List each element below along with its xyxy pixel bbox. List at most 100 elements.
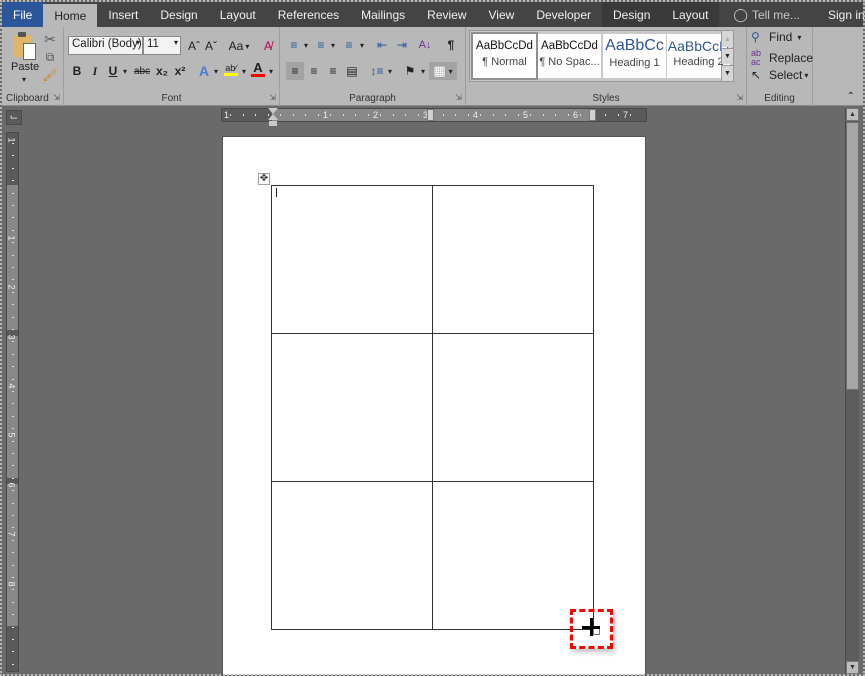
font-name-combo[interactable]: Calibri (Body) ▾ — [68, 36, 143, 55]
increase-indent-icon[interactable]: ⇥ — [393, 36, 411, 54]
scroll-up-icon[interactable]: ▲ — [846, 108, 859, 121]
line-spacing-dropdown-icon[interactable]: ▾ — [386, 62, 394, 80]
clear-formatting-icon[interactable]: A̸ — [260, 37, 276, 55]
table-move-handle-icon[interactable]: ✥ — [258, 173, 270, 185]
ruler-tick — [492, 114, 494, 116]
tab-insert[interactable]: Insert — [97, 2, 149, 27]
align-center-icon[interactable]: ≡ — [305, 62, 323, 80]
replace-button[interactable]: ab ac Replace — [751, 49, 813, 67]
document-table[interactable] — [271, 185, 594, 630]
bullets-dropdown-icon[interactable]: ▾ — [302, 36, 310, 54]
highlight-color-button[interactable]: ab∕ — [222, 60, 240, 78]
table-cell[interactable] — [432, 185, 594, 334]
gallery-scroll-up-icon[interactable]: ▲ — [721, 31, 733, 47]
justify-icon[interactable]: ▤ — [343, 62, 361, 80]
gallery-more-icon[interactable]: ▼ — [721, 65, 733, 81]
style-no-spacing[interactable]: AaBbCcDd ¶ No Spac... — [538, 34, 601, 78]
style-normal[interactable]: AaBbCcDd ¶ Normal — [471, 32, 538, 80]
select-button[interactable]: ↖ Select ▾ — [751, 68, 808, 82]
horizontal-ruler[interactable]: 1 1 2 3 4 5 6 7 — [221, 108, 647, 122]
ruler-tick — [255, 114, 256, 116]
shading-dropdown-icon[interactable]: ▾ — [419, 62, 427, 80]
tab-layout[interactable]: Layout — [209, 2, 267, 27]
font-launcher-icon[interactable]: ⇲ — [269, 93, 276, 102]
tab-table-layout[interactable]: Layout — [661, 2, 720, 27]
resize-handle-highlight — [570, 609, 613, 649]
table-cell[interactable] — [271, 333, 433, 482]
tab-references[interactable]: References — [267, 2, 350, 27]
indent-marker[interactable] — [268, 108, 278, 126]
shrink-font-button[interactable]: Aˇ — [203, 37, 219, 55]
superscript-button[interactable]: x² — [172, 62, 188, 80]
tell-me-box[interactable]: ◯ Tell me... — [719, 2, 811, 27]
subscript-button[interactable]: x₂ — [154, 62, 170, 80]
vertical-ruler[interactable]: 1 1 2 3 4 5 6 7 8 — [6, 132, 19, 672]
change-case-button[interactable]: Aa ▾ — [226, 37, 252, 55]
tab-table-design[interactable]: Design — [602, 2, 662, 27]
highlighter-icon: ab∕ — [225, 62, 237, 73]
text-effects-icon[interactable]: A — [196, 62, 212, 80]
table-cell[interactable] — [432, 333, 594, 482]
collapse-ribbon-icon[interactable]: ⌃ — [847, 91, 855, 102]
gallery-scroll-down-icon[interactable]: ▼ — [721, 48, 733, 64]
column-marker[interactable] — [427, 109, 434, 121]
ruler-tick — [367, 114, 369, 116]
underline-button[interactable]: U — [106, 62, 120, 80]
font-size-combo[interactable]: 11 ▾ — [143, 36, 181, 55]
multilevel-dropdown-icon[interactable]: ▾ — [358, 36, 366, 54]
tab-home[interactable]: Home — [43, 4, 98, 27]
paste-icon[interactable] — [10, 31, 40, 63]
paste-dropdown-icon[interactable]: ▾ — [22, 75, 26, 84]
clipboard-launcher-icon[interactable]: ⇲ — [53, 93, 60, 102]
chevron-down-icon[interactable]: ▾ — [174, 38, 178, 47]
tab-file[interactable]: File — [2, 2, 44, 27]
align-right-icon[interactable]: ≡ — [324, 62, 342, 80]
paragraph-launcher-icon[interactable]: ⇲ — [455, 93, 462, 102]
ruler-tick — [12, 378, 14, 380]
tab-design[interactable]: Design — [149, 2, 208, 27]
format-painter-icon[interactable]: 🖌 — [42, 67, 58, 83]
italic-button[interactable]: I — [88, 62, 102, 80]
tab-view[interactable]: View — [478, 2, 526, 27]
line-spacing-icon[interactable]: ↕≡ — [368, 62, 386, 80]
tab-mailings[interactable]: Mailings — [350, 2, 416, 27]
scrollbar-thumb[interactable] — [846, 122, 859, 390]
ruler-label: 6 — [573, 110, 579, 120]
style-heading-1[interactable]: AaBbCc Heading 1 — [603, 34, 666, 78]
borders-button[interactable]: ▦ ▾ — [429, 62, 457, 80]
chevron-down-icon[interactable]: ▾ — [136, 38, 140, 47]
bold-button[interactable]: B — [70, 62, 84, 80]
highlight-dropdown-icon[interactable]: ▾ — [240, 62, 248, 80]
decrease-indent-icon[interactable]: ⇤ — [373, 36, 391, 54]
column-marker[interactable] — [589, 109, 596, 121]
copy-icon[interactable]: ⧉ — [42, 49, 58, 65]
font-color-button[interactable]: A — [250, 60, 266, 78]
find-button[interactable]: ⚲ Find ▾ — [751, 30, 801, 44]
align-left-icon[interactable]: ≡ — [286, 62, 304, 80]
sign-in-link[interactable]: Sign in — [817, 2, 865, 27]
text-effects-dropdown-icon[interactable]: ▾ — [212, 62, 220, 80]
shading-icon[interactable]: ⚑ — [401, 62, 419, 80]
show-hide-pilcrow-icon[interactable]: ¶ — [444, 36, 458, 54]
tab-review[interactable]: Review — [416, 2, 477, 27]
tab-selector-button[interactable]: ⌙ — [6, 110, 22, 125]
paste-button[interactable]: Paste — [11, 61, 39, 73]
vertical-scrollbar[interactable]: ▲ ▼ — [845, 108, 859, 674]
underline-dropdown-icon[interactable]: ▾ — [121, 62, 129, 80]
numbering-icon[interactable]: ≡ — [313, 36, 329, 54]
font-color-dropdown-icon[interactable]: ▾ — [267, 62, 275, 80]
font-group-label: Font — [161, 93, 182, 104]
tab-developer[interactable]: Developer — [525, 2, 602, 27]
table-cell[interactable] — [432, 481, 594, 630]
scroll-down-icon[interactable]: ▼ — [846, 661, 859, 674]
grow-font-button[interactable]: Aˆ — [186, 37, 202, 55]
multilevel-list-icon[interactable]: ≡ — [340, 36, 358, 54]
table-cell[interactable] — [271, 185, 433, 334]
bullets-icon[interactable]: ≡ — [286, 36, 302, 54]
table-cell[interactable] — [271, 481, 433, 630]
cut-icon[interactable]: ✂ — [42, 31, 58, 47]
numbering-dropdown-icon[interactable]: ▾ — [329, 36, 337, 54]
styles-launcher-icon[interactable]: ⇲ — [736, 93, 743, 102]
strikethrough-button[interactable]: abc — [132, 62, 152, 80]
sort-icon[interactable]: A↓ — [417, 36, 433, 54]
